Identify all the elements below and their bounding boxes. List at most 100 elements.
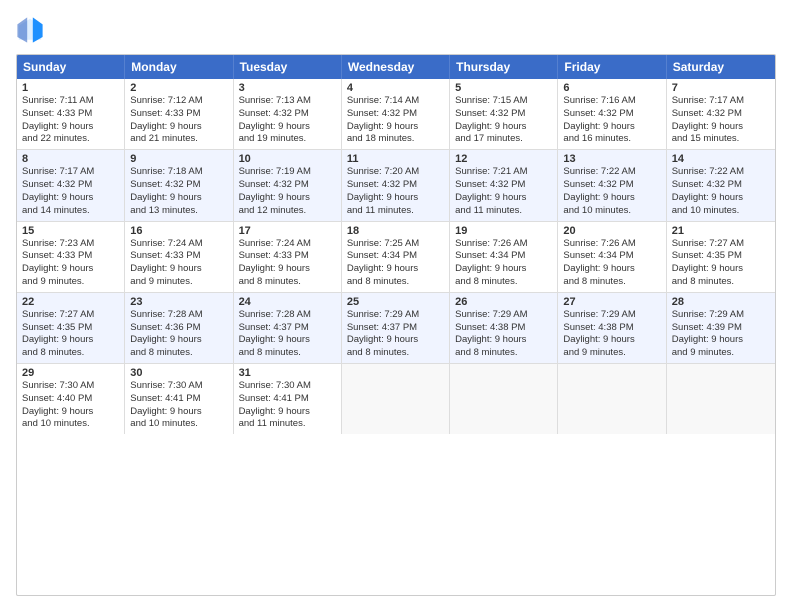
day-number: 22	[22, 296, 119, 308]
calendar-cell: 25Sunrise: 7:29 AMSunset: 4:37 PMDayligh…	[342, 293, 450, 363]
calendar-row: 8Sunrise: 7:17 AMSunset: 4:32 PMDaylight…	[17, 149, 775, 220]
cell-line: Daylight: 9 hours	[672, 121, 770, 134]
cell-line: Sunrise: 7:21 AM	[455, 166, 552, 179]
calendar-cell: 22Sunrise: 7:27 AMSunset: 4:35 PMDayligh…	[17, 293, 125, 363]
cell-line: and 15 minutes.	[672, 133, 770, 146]
calendar-cell: 8Sunrise: 7:17 AMSunset: 4:32 PMDaylight…	[17, 150, 125, 220]
cell-line: Sunrise: 7:30 AM	[239, 380, 336, 393]
cell-line: Sunset: 4:33 PM	[22, 108, 119, 121]
cell-line: Daylight: 9 hours	[455, 263, 552, 276]
cell-line: and 14 minutes.	[22, 205, 119, 218]
day-number: 6	[563, 82, 660, 94]
cell-line: and 16 minutes.	[563, 133, 660, 146]
cell-line: Sunset: 4:34 PM	[455, 250, 552, 263]
cell-line: Sunrise: 7:20 AM	[347, 166, 444, 179]
cell-line: Sunrise: 7:13 AM	[239, 95, 336, 108]
day-number: 9	[130, 153, 227, 165]
cell-line: Sunrise: 7:25 AM	[347, 238, 444, 251]
header-cell-saturday: Saturday	[667, 55, 775, 79]
header	[16, 16, 776, 44]
cell-line: Sunrise: 7:26 AM	[563, 238, 660, 251]
cell-line: Daylight: 9 hours	[22, 406, 119, 419]
header-cell-tuesday: Tuesday	[234, 55, 342, 79]
cell-line: and 8 minutes.	[347, 347, 444, 360]
cell-line: and 11 minutes.	[239, 418, 336, 431]
cell-line: and 18 minutes.	[347, 133, 444, 146]
cell-line: Sunset: 4:32 PM	[347, 108, 444, 121]
day-number: 16	[130, 225, 227, 237]
cell-line: and 21 minutes.	[130, 133, 227, 146]
calendar-cell: 4Sunrise: 7:14 AMSunset: 4:32 PMDaylight…	[342, 79, 450, 149]
cell-line: Sunrise: 7:30 AM	[22, 380, 119, 393]
calendar-cell: 18Sunrise: 7:25 AMSunset: 4:34 PMDayligh…	[342, 222, 450, 292]
cell-line: Sunrise: 7:16 AM	[563, 95, 660, 108]
cell-line: Daylight: 9 hours	[239, 334, 336, 347]
calendar-cell	[450, 364, 558, 434]
calendar-row: 15Sunrise: 7:23 AMSunset: 4:33 PMDayligh…	[17, 221, 775, 292]
logo	[16, 16, 48, 44]
calendar-cell: 10Sunrise: 7:19 AMSunset: 4:32 PMDayligh…	[234, 150, 342, 220]
cell-line: Daylight: 9 hours	[563, 192, 660, 205]
header-cell-friday: Friday	[558, 55, 666, 79]
calendar-cell: 3Sunrise: 7:13 AMSunset: 4:32 PMDaylight…	[234, 79, 342, 149]
day-number: 2	[130, 82, 227, 94]
cell-line: Sunset: 4:32 PM	[455, 108, 552, 121]
day-number: 23	[130, 296, 227, 308]
cell-line: and 12 minutes.	[239, 205, 336, 218]
calendar-cell: 24Sunrise: 7:28 AMSunset: 4:37 PMDayligh…	[234, 293, 342, 363]
calendar-cell: 11Sunrise: 7:20 AMSunset: 4:32 PMDayligh…	[342, 150, 450, 220]
cell-line: Sunrise: 7:30 AM	[130, 380, 227, 393]
cell-line: Sunset: 4:34 PM	[347, 250, 444, 263]
cell-line: and 8 minutes.	[672, 276, 770, 289]
cell-line: Sunset: 4:37 PM	[239, 322, 336, 335]
calendar-cell: 6Sunrise: 7:16 AMSunset: 4:32 PMDaylight…	[558, 79, 666, 149]
cell-line: Sunrise: 7:23 AM	[22, 238, 119, 251]
header-cell-wednesday: Wednesday	[342, 55, 450, 79]
cell-line: and 8 minutes.	[563, 276, 660, 289]
calendar-cell: 16Sunrise: 7:24 AMSunset: 4:33 PMDayligh…	[125, 222, 233, 292]
cell-line: Daylight: 9 hours	[672, 263, 770, 276]
cell-line: Sunrise: 7:28 AM	[239, 309, 336, 322]
day-number: 19	[455, 225, 552, 237]
cell-line: Sunrise: 7:17 AM	[22, 166, 119, 179]
header-cell-sunday: Sunday	[17, 55, 125, 79]
cell-line: and 13 minutes.	[130, 205, 227, 218]
cell-line: Daylight: 9 hours	[347, 263, 444, 276]
cell-line: Sunrise: 7:29 AM	[672, 309, 770, 322]
cell-line: Daylight: 9 hours	[563, 121, 660, 134]
calendar-cell: 19Sunrise: 7:26 AMSunset: 4:34 PMDayligh…	[450, 222, 558, 292]
cell-line: and 10 minutes.	[130, 418, 227, 431]
calendar-cell: 13Sunrise: 7:22 AMSunset: 4:32 PMDayligh…	[558, 150, 666, 220]
cell-line: Daylight: 9 hours	[455, 192, 552, 205]
cell-line: Daylight: 9 hours	[22, 192, 119, 205]
calendar-row: 22Sunrise: 7:27 AMSunset: 4:35 PMDayligh…	[17, 292, 775, 363]
cell-line: Sunrise: 7:19 AM	[239, 166, 336, 179]
cell-line: Sunset: 4:38 PM	[563, 322, 660, 335]
cell-line: and 9 minutes.	[672, 347, 770, 360]
day-number: 29	[22, 367, 119, 379]
cell-line: Sunset: 4:32 PM	[563, 108, 660, 121]
cell-line: and 8 minutes.	[22, 347, 119, 360]
cell-line: Daylight: 9 hours	[563, 263, 660, 276]
cell-line: Daylight: 9 hours	[672, 334, 770, 347]
cell-line: Sunrise: 7:22 AM	[563, 166, 660, 179]
cell-line: Sunset: 4:32 PM	[672, 108, 770, 121]
cell-line: Daylight: 9 hours	[563, 334, 660, 347]
cell-line: and 19 minutes.	[239, 133, 336, 146]
cell-line: Sunset: 4:32 PM	[239, 108, 336, 121]
calendar-cell	[667, 364, 775, 434]
cell-line: Sunrise: 7:24 AM	[239, 238, 336, 251]
calendar-cell: 28Sunrise: 7:29 AMSunset: 4:39 PMDayligh…	[667, 293, 775, 363]
cell-line: and 8 minutes.	[130, 347, 227, 360]
cell-line: and 8 minutes.	[239, 276, 336, 289]
cell-line: Daylight: 9 hours	[239, 406, 336, 419]
cell-line: and 11 minutes.	[347, 205, 444, 218]
calendar-cell: 21Sunrise: 7:27 AMSunset: 4:35 PMDayligh…	[667, 222, 775, 292]
cell-line: and 22 minutes.	[22, 133, 119, 146]
calendar-body: 1Sunrise: 7:11 AMSunset: 4:33 PMDaylight…	[17, 79, 775, 434]
cell-line: Sunrise: 7:12 AM	[130, 95, 227, 108]
cell-line: Sunrise: 7:29 AM	[347, 309, 444, 322]
cell-line: and 8 minutes.	[347, 276, 444, 289]
calendar-cell: 31Sunrise: 7:30 AMSunset: 4:41 PMDayligh…	[234, 364, 342, 434]
cell-line: Sunset: 4:38 PM	[455, 322, 552, 335]
